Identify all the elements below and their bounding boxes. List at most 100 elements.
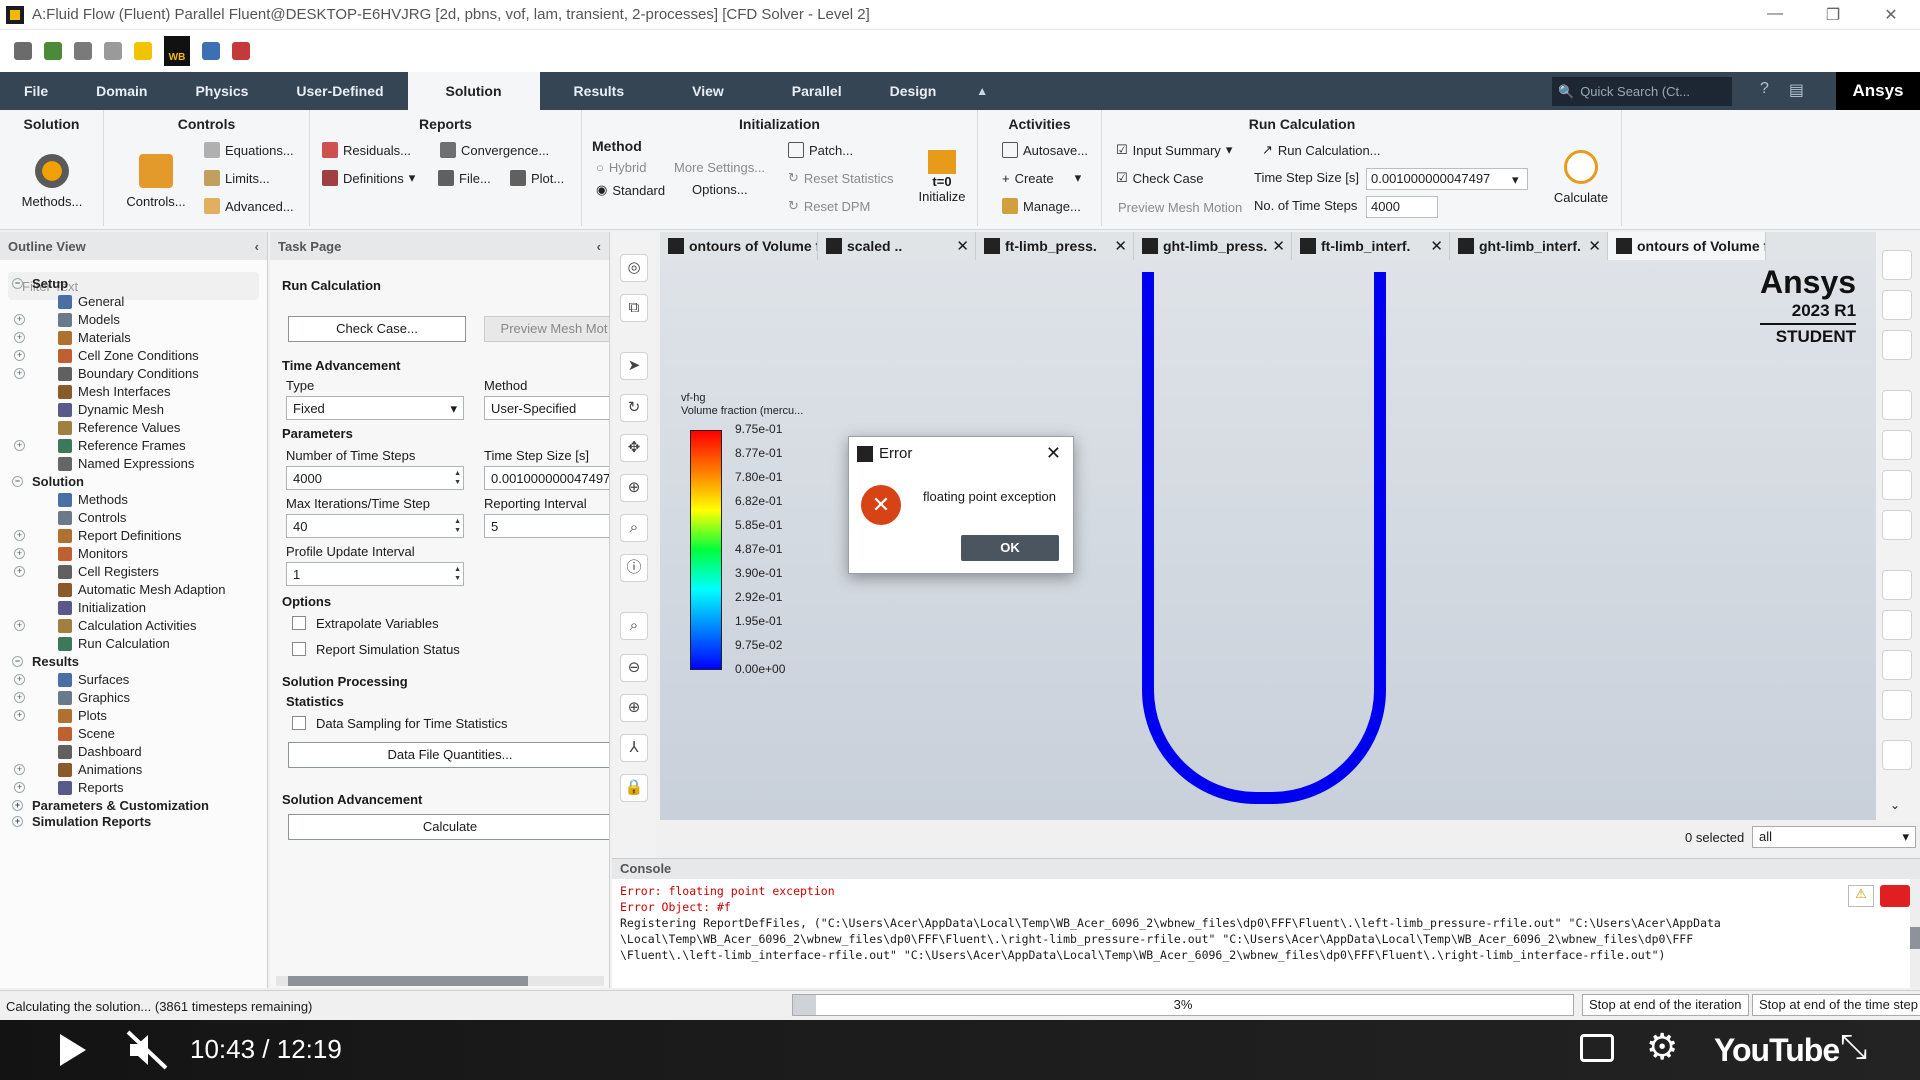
create-button[interactable]: + Create ▾ bbox=[1002, 170, 1081, 186]
outline-item[interactable]: Automatic Mesh Adaption bbox=[58, 582, 225, 597]
outline-item[interactable]: + Plots bbox=[14, 708, 107, 723]
input-summary-button[interactable]: ☑ Input Summary ▾ bbox=[1116, 142, 1232, 158]
play-icon[interactable] bbox=[52, 1030, 92, 1070]
max-iterations-input[interactable]: 40 ▲ ▼ bbox=[286, 514, 464, 538]
ruler-icon[interactable] bbox=[1882, 610, 1912, 640]
collapse-ribbon-icon[interactable]: ▲ bbox=[950, 72, 988, 110]
show-eye-icon[interactable] bbox=[1882, 390, 1912, 420]
console-scrollbar[interactable] bbox=[1910, 879, 1920, 989]
calculate-button[interactable]: Calculate bbox=[288, 814, 609, 840]
run-calculation-button[interactable]: ↗ Run Calculation... bbox=[1262, 142, 1381, 158]
outline-item[interactable]: Dynamic Mesh bbox=[58, 402, 164, 417]
autosave-button[interactable]: Autosave... bbox=[1002, 142, 1088, 158]
zoom-in-icon[interactable]: ⊕ bbox=[620, 694, 648, 722]
panel-toggle-icon[interactable]: ▤ bbox=[1789, 80, 1804, 100]
close-tab-icon[interactable]: ✕ bbox=[1588, 237, 1601, 255]
graphics-tab[interactable]: ontours of Volume fraction (.✕ bbox=[660, 232, 818, 260]
hybrid-radio[interactable]: ○ Hybrid bbox=[596, 160, 646, 175]
controls-button[interactable]: Controls... bbox=[114, 154, 198, 209]
info-icon[interactable]: ⓘ bbox=[620, 554, 648, 582]
outline-section-setup[interactable]: − Setup bbox=[12, 276, 68, 291]
preview-mesh-motion-button[interactable]: Preview Mesh Motion bbox=[1118, 200, 1242, 215]
collapse-icon[interactable]: − bbox=[12, 278, 23, 289]
refresh-icon[interactable] bbox=[104, 42, 122, 60]
tab-parallel[interactable]: Parallel bbox=[758, 72, 876, 110]
zoom-in-area-icon[interactable]: ⊕ bbox=[620, 474, 648, 502]
reset-statistics-button[interactable]: ↻ Reset Statistics bbox=[788, 170, 894, 186]
outline-item[interactable]: Dashboard bbox=[58, 744, 142, 759]
dialog-close-icon[interactable]: ✕ bbox=[1046, 443, 1061, 464]
expand-icon[interactable]: + bbox=[14, 368, 25, 379]
outline-item[interactable]: Controls bbox=[58, 510, 126, 525]
workbench-icon[interactable]: WB bbox=[164, 36, 190, 66]
restore-button[interactable]: ❐ bbox=[1804, 5, 1862, 25]
profile-update-interval-input[interactable]: 1 ▲ ▼ bbox=[286, 562, 464, 586]
scrollbar-thumb[interactable] bbox=[288, 976, 528, 986]
expand-icon[interactable]: + bbox=[14, 710, 25, 721]
reporting-interval-input[interactable]: 5 bbox=[484, 514, 609, 538]
expand-icon[interactable]: + bbox=[14, 314, 25, 325]
close-tab-icon[interactable]: ✕ bbox=[1272, 237, 1285, 255]
tab-physics[interactable]: Physics bbox=[171, 72, 272, 110]
outline-item[interactable]: + Graphics bbox=[14, 690, 130, 705]
residuals-button[interactable]: Residuals... bbox=[322, 142, 411, 158]
method-select[interactable]: User-Specified bbox=[484, 396, 609, 420]
preview-mesh-motion-task-button[interactable]: Preview Mesh Mot bbox=[484, 316, 609, 342]
plot-button[interactable]: Plot... bbox=[510, 170, 564, 186]
expand-icon[interactable]: + bbox=[12, 816, 23, 827]
spinner-icon[interactable]: ▲ ▼ bbox=[454, 565, 461, 583]
task-horizontal-scrollbar[interactable] bbox=[276, 976, 604, 986]
outline-section-sim_reports[interactable]: + Simulation Reports bbox=[12, 814, 151, 829]
graphics-tab[interactable]: ontours of Volume fraction (.✕ bbox=[1608, 232, 1766, 260]
console-panel[interactable]: Console Error: floating point exception … bbox=[612, 858, 1920, 989]
close-tab-icon[interactable]: ✕ bbox=[956, 237, 969, 255]
write-case-icon[interactable] bbox=[74, 42, 92, 60]
outline-section-results[interactable]: − Results bbox=[12, 654, 79, 669]
outline-item[interactable]: Named Expressions bbox=[58, 456, 194, 471]
time-step-size-input[interactable]: 0.001000000047497 bbox=[1366, 168, 1528, 190]
convergence-button[interactable]: Convergence... bbox=[440, 142, 549, 158]
collapse-panel-icon[interactable]: ‹ bbox=[255, 239, 259, 254]
close-tab-icon[interactable]: ✕ bbox=[1114, 237, 1127, 255]
stop-icon[interactable] bbox=[1880, 885, 1910, 907]
graphics-tab[interactable]: scaled .. ✕ bbox=[818, 232, 976, 260]
spinner-icon[interactable]: ▲ ▼ bbox=[454, 469, 461, 487]
expand-icon[interactable]: + bbox=[14, 566, 25, 577]
tab-results[interactable]: Results bbox=[540, 72, 659, 110]
outline-item[interactable]: + Animations bbox=[14, 762, 142, 777]
check-case-button[interactable]: Check Case... bbox=[288, 316, 466, 342]
report-simulation-status-checkbox[interactable] bbox=[292, 642, 306, 656]
limits-button[interactable]: Limits... bbox=[204, 170, 270, 186]
tab-user-defined[interactable]: User-Defined bbox=[272, 72, 407, 110]
shading-icon[interactable] bbox=[1882, 290, 1912, 320]
tab-domain[interactable]: Domain bbox=[72, 72, 171, 110]
data-file-quantities-button[interactable]: Data File Quantities... bbox=[288, 742, 609, 768]
num-time-steps-input[interactable]: 4000 bbox=[1366, 196, 1438, 218]
pan-icon[interactable]: ✥ bbox=[620, 434, 648, 462]
tab-design[interactable]: Design bbox=[876, 72, 951, 110]
outline-item[interactable]: Scene bbox=[58, 726, 115, 741]
warning-icon[interactable]: ⚠ bbox=[1848, 885, 1874, 907]
graphics-tab[interactable]: ght-limb_press. ✕ bbox=[1134, 232, 1292, 260]
type-select[interactable]: Fixed ▾ bbox=[286, 396, 464, 420]
graphics-tab[interactable]: ght-limb_interf. ✕ bbox=[1450, 232, 1608, 260]
check-case-ribbon-button[interactable]: ☑ Check Case bbox=[1116, 170, 1203, 186]
tab-file[interactable]: File bbox=[0, 72, 72, 110]
zoom-out-icon[interactable]: ⊖ bbox=[620, 654, 648, 682]
outline-item[interactable]: Methods bbox=[58, 492, 128, 507]
chevron-down-icon[interactable]: ▾ bbox=[1512, 172, 1519, 188]
expand-icon[interactable]: + bbox=[14, 332, 25, 343]
tab-solution[interactable]: Solution bbox=[407, 72, 540, 110]
lightning-icon[interactable] bbox=[134, 42, 152, 60]
expand-icon[interactable]: + bbox=[14, 782, 25, 793]
spinner-icon[interactable]: ▲ ▼ bbox=[454, 517, 461, 535]
outline-item[interactable]: + Monitors bbox=[14, 546, 128, 561]
patch-button[interactable]: Patch... bbox=[788, 142, 853, 158]
window-icon[interactable] bbox=[1882, 740, 1912, 770]
standard-radio[interactable]: ◉ Standard bbox=[596, 182, 665, 198]
expand-icon[interactable]: + bbox=[14, 440, 25, 451]
tab-view[interactable]: View bbox=[658, 72, 758, 110]
outline-item[interactable]: + Cell Zone Conditions bbox=[14, 348, 199, 363]
time-step-size-task-input[interactable]: 0.001000000047497 bbox=[484, 466, 609, 490]
rotate-icon[interactable]: ↻ bbox=[620, 394, 648, 422]
